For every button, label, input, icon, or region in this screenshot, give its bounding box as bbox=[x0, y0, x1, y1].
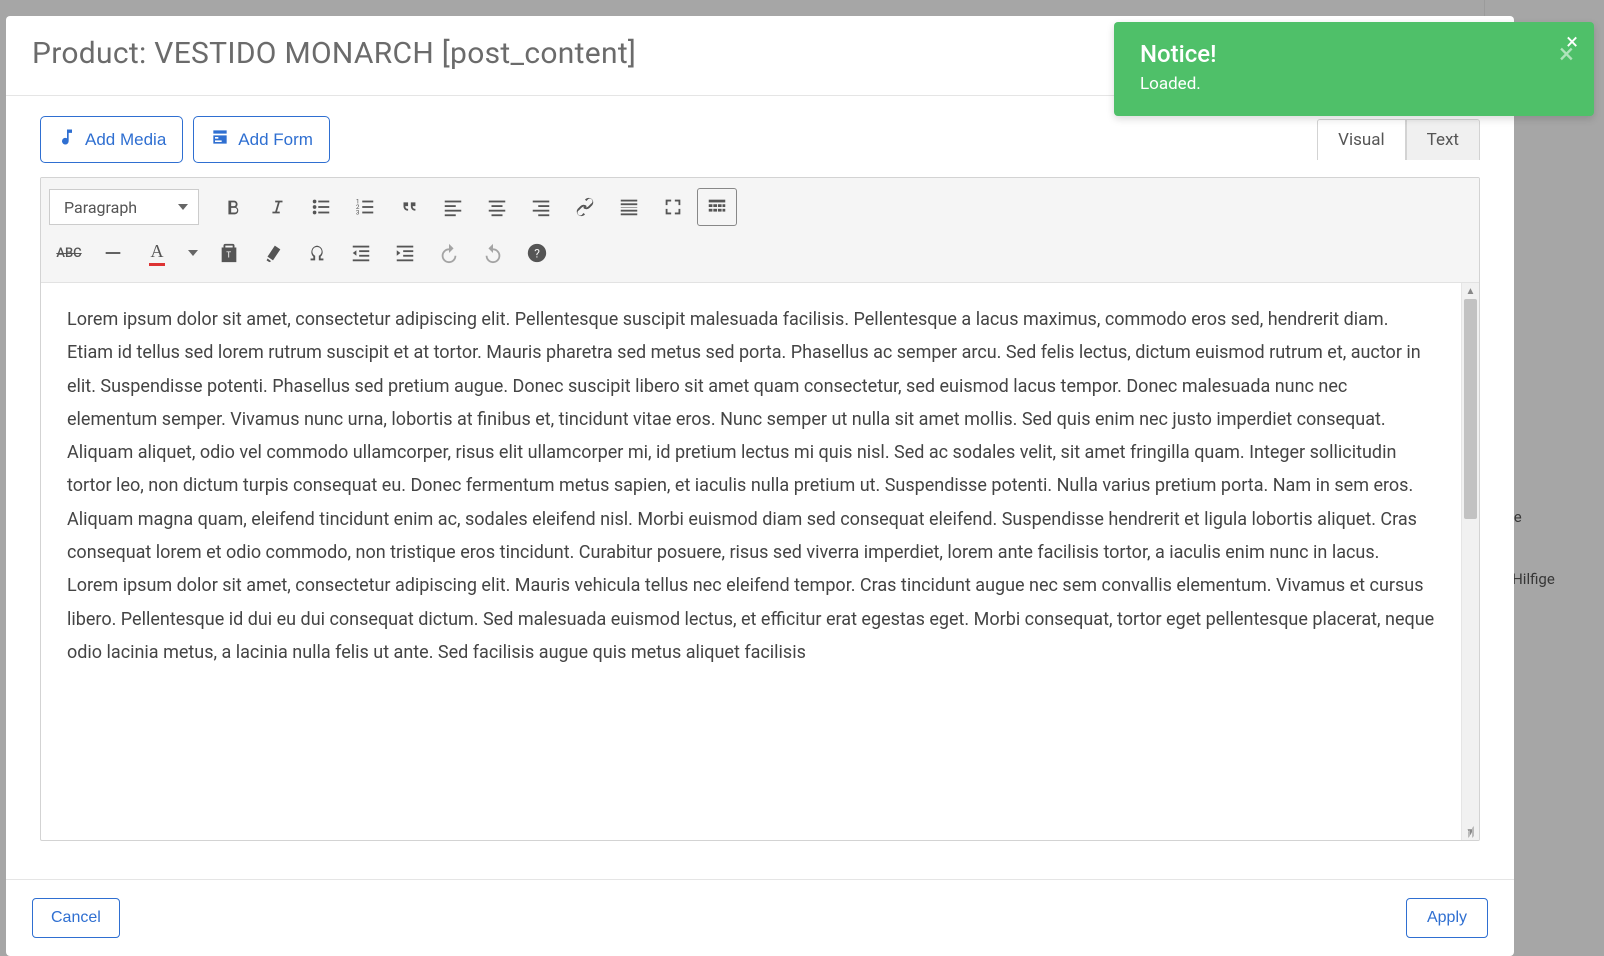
editor-container: Paragraph 123 bbox=[40, 177, 1480, 841]
indent-button[interactable] bbox=[385, 234, 425, 272]
add-form-label: Add Form bbox=[238, 130, 313, 150]
svg-text:T: T bbox=[226, 251, 231, 261]
music-note-icon bbox=[57, 127, 77, 152]
editor-toolbar: Paragraph 123 bbox=[41, 178, 1479, 283]
add-media-button[interactable]: Add Media bbox=[40, 116, 183, 163]
text-color-picker[interactable] bbox=[181, 234, 205, 272]
read-more-button[interactable] bbox=[609, 188, 649, 226]
editor-modal: Product: VESTIDO MONARCH [post_content] … bbox=[6, 16, 1514, 956]
bullet-list-button[interactable] bbox=[301, 188, 341, 226]
toolbar-toggle-button[interactable] bbox=[697, 188, 737, 226]
svg-text:?: ? bbox=[534, 247, 540, 261]
form-icon bbox=[210, 127, 230, 152]
bold-button[interactable] bbox=[213, 188, 253, 226]
italic-button[interactable] bbox=[257, 188, 297, 226]
media-buttons: Add Media Add Form bbox=[40, 116, 330, 163]
modal-footer: Cancel Apply bbox=[6, 879, 1514, 956]
clear-formatting-button[interactable] bbox=[253, 234, 293, 272]
help-button[interactable]: ? bbox=[517, 234, 557, 272]
toolbar-row-2: ABC A T ? bbox=[49, 230, 1471, 276]
format-label: Paragraph bbox=[64, 198, 137, 217]
editor-scrollbar[interactable]: ▲ ▼ bbox=[1461, 283, 1479, 840]
horizontal-line-button[interactable] bbox=[93, 234, 133, 272]
toast-message: Loaded. bbox=[1140, 74, 1568, 94]
editor-content[interactable]: Lorem ipsum dolor sit amet, consectetur … bbox=[41, 283, 1461, 840]
toast-title: Notice! bbox=[1140, 40, 1568, 68]
paste-text-button[interactable]: T bbox=[209, 234, 249, 272]
align-center-button[interactable] bbox=[477, 188, 517, 226]
link-button[interactable] bbox=[565, 188, 605, 226]
caret-down-icon bbox=[178, 204, 188, 210]
add-form-button[interactable]: Add Form bbox=[193, 116, 330, 163]
strikethrough-button[interactable]: ABC bbox=[49, 234, 89, 272]
modal-close-button[interactable]: × bbox=[1566, 30, 1578, 55]
visual-tab[interactable]: Visual bbox=[1318, 120, 1405, 160]
editor-mode-tabs: Visual Text bbox=[1317, 119, 1480, 160]
editor-area: Lorem ipsum dolor sit amet, consectetur … bbox=[41, 283, 1479, 840]
redo-button[interactable] bbox=[473, 234, 513, 272]
text-tab[interactable]: Text bbox=[1406, 120, 1479, 160]
notice-toast: Notice! Loaded. × bbox=[1114, 22, 1594, 116]
align-left-button[interactable] bbox=[433, 188, 473, 226]
scroll-up-icon[interactable]: ▲ bbox=[1462, 283, 1479, 299]
numbered-list-button[interactable]: 123 bbox=[345, 188, 385, 226]
resize-handle[interactable] bbox=[1463, 824, 1477, 838]
svg-text:3: 3 bbox=[356, 208, 360, 216]
text-color-button[interactable]: A bbox=[137, 234, 177, 272]
modal-body: Add Media Add Form Visual Text Paragraph bbox=[6, 96, 1514, 879]
format-dropdown[interactable]: Paragraph bbox=[49, 189, 199, 225]
toolbar-row-1: Paragraph 123 bbox=[49, 184, 1471, 230]
apply-button[interactable]: Apply bbox=[1406, 898, 1488, 938]
scrollbar-thumb[interactable] bbox=[1464, 299, 1477, 519]
undo-button[interactable] bbox=[429, 234, 469, 272]
toolbar-top-row: Add Media Add Form Visual Text bbox=[40, 116, 1480, 163]
fullscreen-button[interactable] bbox=[653, 188, 693, 226]
outdent-button[interactable] bbox=[341, 234, 381, 272]
blockquote-button[interactable] bbox=[389, 188, 429, 226]
cancel-button[interactable]: Cancel bbox=[32, 898, 120, 938]
add-media-label: Add Media bbox=[85, 130, 166, 150]
align-right-button[interactable] bbox=[521, 188, 561, 226]
special-character-button[interactable] bbox=[297, 234, 337, 272]
